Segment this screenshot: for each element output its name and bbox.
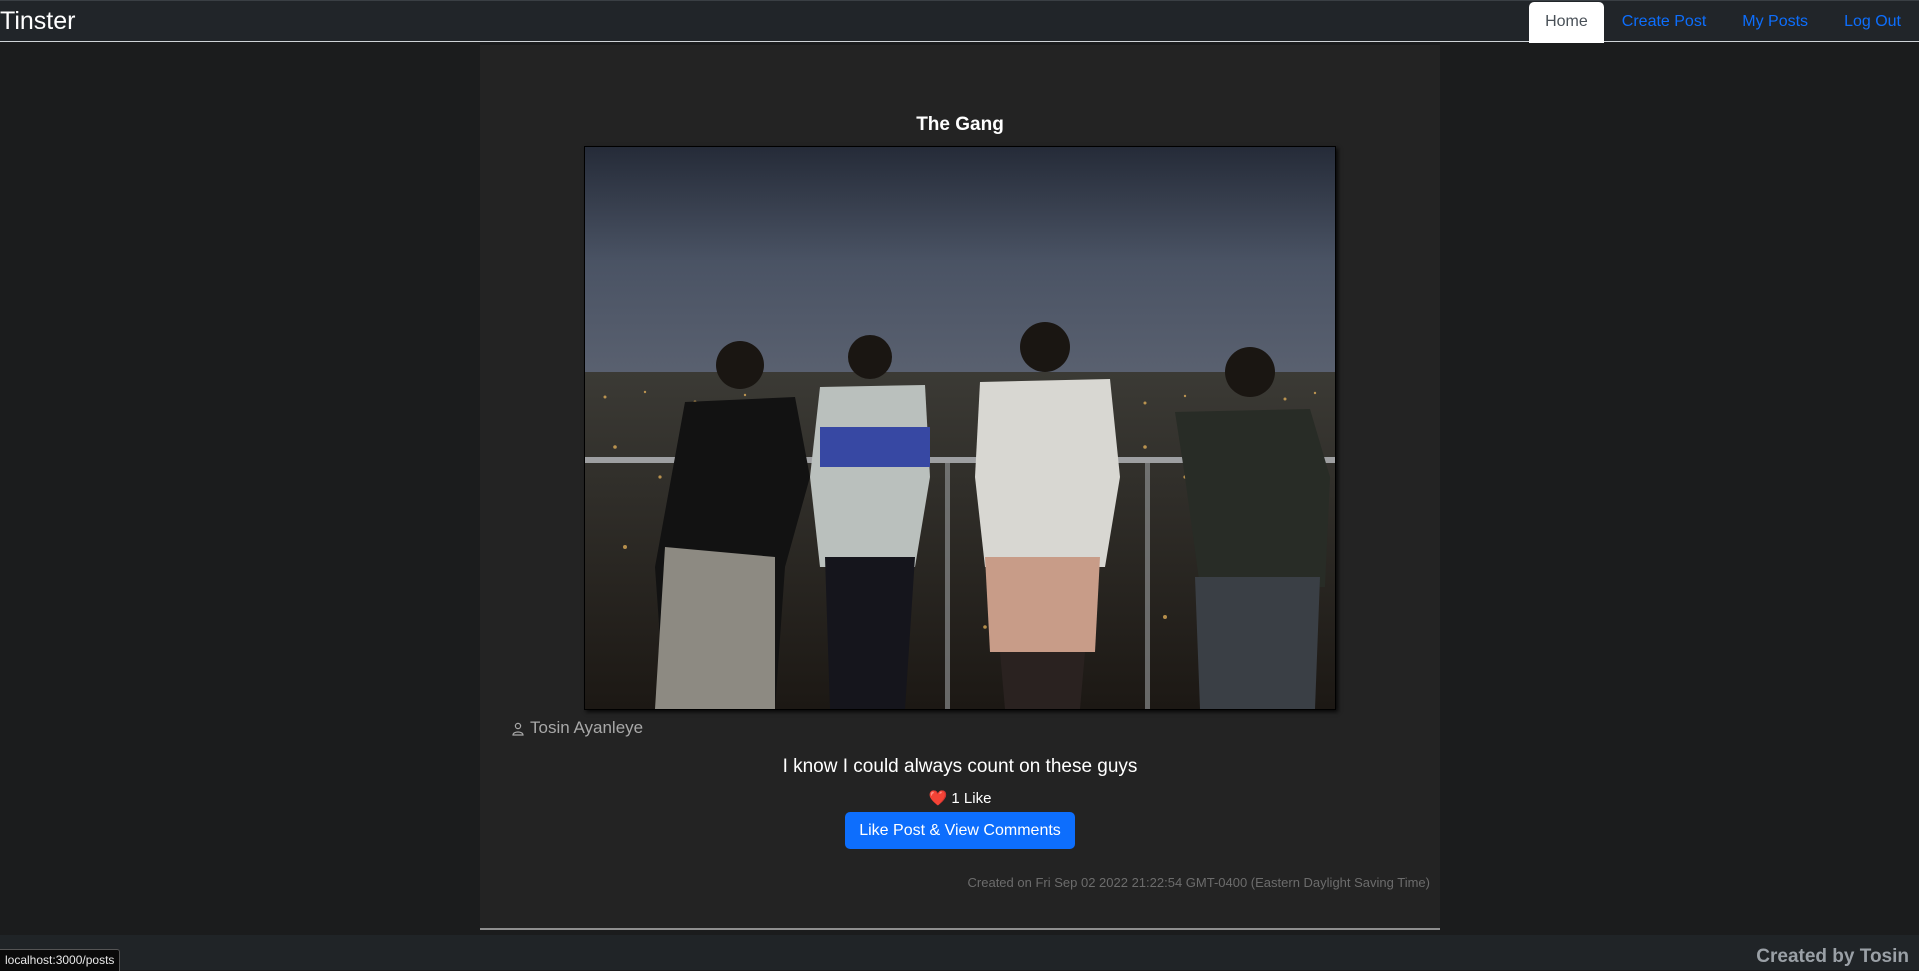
post-photo-image xyxy=(585,147,1335,709)
post-author-name: Tosin Ayanleye xyxy=(530,718,644,737)
post-title: The Gang xyxy=(916,114,1004,135)
nav-create-post[interactable]: Create Post xyxy=(1604,1,1724,41)
brand-logo[interactable]: Tinster xyxy=(0,6,75,36)
nav-my-posts[interactable]: My Posts xyxy=(1724,1,1826,41)
nav-home[interactable]: Home xyxy=(1529,2,1604,43)
user-icon xyxy=(511,721,525,736)
post-likes: ❤️ 1 Like xyxy=(928,790,992,807)
nav-links: Home Create Post My Posts Log Out xyxy=(1529,1,1919,43)
footer: Created by Tosin xyxy=(0,935,1919,970)
like-post-button[interactable]: Like Post & View Comments xyxy=(845,812,1075,849)
post-author: Tosin Ayanleye xyxy=(511,718,643,738)
post-photo xyxy=(584,146,1336,710)
navbar: Tinster Home Create Post My Posts Log Ou… xyxy=(0,0,1919,43)
nav-log-out[interactable]: Log Out xyxy=(1826,1,1919,41)
post-caption: I know I could always count on these guy… xyxy=(782,756,1138,777)
post-card: The Gang Tosin Ayanleye I know I could a… xyxy=(480,45,1440,930)
footer-credit: Created by Tosin xyxy=(1756,946,1909,967)
status-bar-url: localhost:3000/posts xyxy=(0,949,121,971)
post-created-date: Created on Fri Sep 02 2022 21:22:54 GMT-… xyxy=(967,875,1430,890)
